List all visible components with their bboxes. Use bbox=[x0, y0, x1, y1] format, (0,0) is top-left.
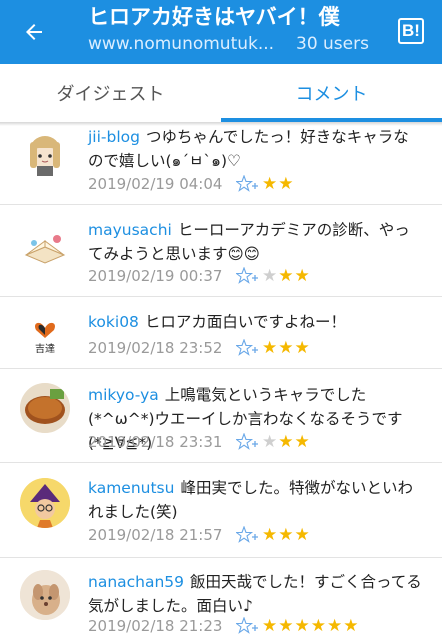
avatar[interactable] bbox=[20, 383, 70, 433]
users-count[interactable]: 30 users bbox=[296, 33, 369, 55]
add-star-button[interactable] bbox=[236, 524, 258, 546]
comment-text: koki08 ヒロアカ面白いですよねー！ bbox=[88, 310, 424, 334]
star-icon[interactable]: ★ bbox=[278, 525, 293, 545]
comment-row[interactable]: mikyo-ya 上鳴電気というキャラでした(*^ω^*)ウエーイしか言わなくなる… bbox=[0, 369, 442, 463]
add-star-icon bbox=[236, 617, 258, 634]
add-star-button[interactable] bbox=[236, 337, 258, 359]
add-star-icon bbox=[236, 339, 258, 356]
star-icon[interactable]: ★ bbox=[262, 174, 277, 194]
star-icon[interactable]: ★ bbox=[262, 338, 277, 358]
tab-digest[interactable]: ダイジェスト bbox=[0, 64, 221, 122]
comment-username[interactable]: mikyo-ya bbox=[88, 386, 159, 404]
tab-comment[interactable]: コメント bbox=[221, 64, 442, 122]
star-icon[interactable]: ★ bbox=[295, 525, 310, 545]
back-button[interactable] bbox=[14, 14, 54, 50]
avatar[interactable] bbox=[20, 128, 70, 178]
comment-body: ヒロアカ面白いですよねー！ bbox=[144, 313, 346, 331]
add-star-button[interactable] bbox=[236, 615, 258, 637]
comment-date: 2019/02/18 23:52 bbox=[88, 339, 223, 357]
comment-meta: 2019/02/18 21:57 ★ ★ ★ bbox=[88, 524, 311, 546]
star-icon[interactable]: ★ bbox=[262, 266, 277, 286]
comment-meta: 2019/02/19 04:04 ★ ★ bbox=[88, 173, 295, 195]
avatar[interactable] bbox=[20, 570, 70, 620]
star-icon[interactable]: ★ bbox=[262, 432, 277, 452]
comment-row[interactable]: kamenutsu 峰田実でした。特徴がないといわれました(笑) 2019/02/… bbox=[0, 463, 442, 558]
bookmark-button[interactable]: B! bbox=[392, 12, 430, 50]
arrow-left-icon bbox=[26, 24, 42, 40]
star-icon[interactable]: ★ bbox=[278, 266, 293, 286]
page-title: ヒロアカ好きはヤバイ！僕 bbox=[88, 5, 340, 29]
avatar[interactable] bbox=[20, 478, 70, 528]
comment-date: 2019/02/18 21:23 bbox=[88, 617, 223, 635]
comment-row[interactable]: nanachan59 飯田天哉でした！すごく合ってる気がしました。面白い♪ 201… bbox=[0, 558, 442, 640]
star-icon[interactable]: ★ bbox=[262, 525, 277, 545]
add-star-icon bbox=[236, 526, 258, 543]
comment-text: nanachan59 飯田天哉でした！すごく合ってる気がしました。面白い♪ bbox=[88, 570, 424, 618]
comment-meta: 2019/02/18 21:23 ★ ★ ★ ★ ★ ★ bbox=[88, 615, 360, 637]
add-star-icon bbox=[236, 175, 258, 192]
comment-text: kamenutsu 峰田実でした。特徴がないといわれました(笑) bbox=[88, 476, 424, 524]
comment-username[interactable]: nanachan59 bbox=[88, 573, 184, 591]
comment-username[interactable]: mayusachi bbox=[88, 221, 172, 239]
star-icon[interactable]: ★ bbox=[311, 616, 326, 636]
add-star-icon bbox=[236, 267, 258, 284]
star-icon[interactable]: ★ bbox=[327, 616, 342, 636]
comment-date: 2019/02/18 23:31 bbox=[88, 433, 223, 451]
app-header: ヒロアカ好きはヤバイ！僕 www.nomunomutuk... 30 users… bbox=[0, 0, 442, 64]
comment-meta: 2019/02/18 23:31 ★ ★ ★ bbox=[88, 431, 311, 453]
page-url: www.nomunomutuk... bbox=[88, 34, 275, 54]
comment-text: jii-blog つゆちゃんでしたっ！好きなキャラなので嬉しい(๑´ㅂ`๑)♡ bbox=[88, 125, 424, 173]
comment-row[interactable]: 吉達 koki08 ヒロアカ面白いですよねー！ 2019/02/18 23:52 … bbox=[0, 297, 442, 369]
comment-username[interactable]: jii-blog bbox=[88, 128, 140, 146]
star-icon[interactable]: ★ bbox=[295, 616, 310, 636]
tab-bar: ダイジェスト コメント bbox=[0, 64, 442, 122]
svg-text:吉達: 吉達 bbox=[35, 343, 55, 355]
star-icon[interactable]: ★ bbox=[262, 616, 277, 636]
star-icon[interactable]: ★ bbox=[278, 616, 293, 636]
comment-date: 2019/02/19 00:37 bbox=[88, 267, 223, 285]
comment-date: 2019/02/19 04:04 bbox=[88, 175, 223, 193]
star-icon[interactable]: ★ bbox=[295, 266, 310, 286]
star-icon[interactable]: ★ bbox=[278, 174, 293, 194]
comment-text: mayusachi ヒーローアカデミアの診断、やってみようと思います😊😊 bbox=[88, 218, 424, 266]
avatar[interactable]: 吉達 bbox=[20, 308, 70, 358]
comment-date: 2019/02/18 21:57 bbox=[88, 526, 223, 544]
add-star-button[interactable] bbox=[236, 173, 258, 195]
comment-username[interactable]: kamenutsu bbox=[88, 479, 174, 497]
star-icon[interactable]: ★ bbox=[278, 432, 293, 452]
comment-meta: 2019/02/19 00:37 ★ ★ ★ bbox=[88, 265, 311, 287]
add-star-icon bbox=[236, 433, 258, 450]
comment-username[interactable]: koki08 bbox=[88, 313, 139, 331]
add-star-button[interactable] bbox=[236, 431, 258, 453]
comment-row[interactable]: mayusachi ヒーローアカデミアの診断、やってみようと思います😊😊 2019… bbox=[0, 205, 442, 297]
star-icon[interactable]: ★ bbox=[278, 338, 293, 358]
hatena-bookmark-icon: B! bbox=[398, 18, 424, 44]
add-star-button[interactable] bbox=[236, 265, 258, 287]
comment-meta: 2019/02/18 23:52 ★ ★ ★ bbox=[88, 337, 311, 359]
star-icon[interactable]: ★ bbox=[343, 616, 358, 636]
star-icon[interactable]: ★ bbox=[295, 338, 310, 358]
star-icon[interactable]: ★ bbox=[295, 432, 310, 452]
comment-row[interactable]: jii-blog つゆちゃんでしたっ！好きなキャラなので嬉しい(๑´ㅂ`๑)♡ 2… bbox=[0, 126, 442, 205]
avatar[interactable] bbox=[20, 223, 70, 273]
